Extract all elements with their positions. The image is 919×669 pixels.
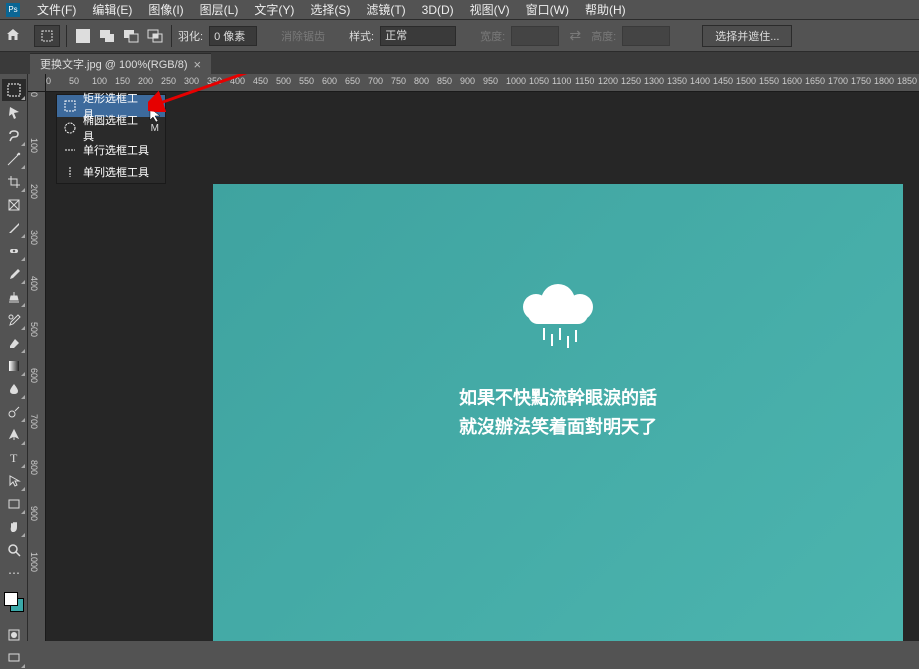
menu-type[interactable]: 文字(Y) <box>247 0 301 20</box>
foreground-color-swatch[interactable] <box>4 592 18 606</box>
height-label: 高度: <box>591 28 616 44</box>
options-bar: 羽化: 消除锯齿 样式: 正常 宽度: ⇄ 高度: 选择并遮住... <box>0 20 919 52</box>
tool-preset-picker[interactable] <box>34 25 60 47</box>
row-marquee-icon <box>63 143 77 157</box>
magic-wand-tool[interactable] <box>2 148 26 170</box>
document-tab[interactable]: 更换文字.jpg @ 100%(RGB/8) × <box>30 53 211 74</box>
type-tool[interactable]: T <box>2 447 26 469</box>
menu-help[interactable]: 帮助(H) <box>578 0 633 20</box>
move-tool[interactable] <box>2 102 26 124</box>
history-brush-tool[interactable] <box>2 309 26 331</box>
flyout-col-marquee[interactable]: 单列选框工具 <box>57 161 165 183</box>
style-select[interactable]: 正常 <box>380 26 456 46</box>
ruler-corner <box>28 74 46 92</box>
ellipse-marquee-icon <box>63 121 77 135</box>
selection-intersect-icon[interactable] <box>145 26 165 46</box>
height-input <box>622 26 670 46</box>
tab-close-icon[interactable]: × <box>194 57 202 72</box>
selection-subtract-icon[interactable] <box>121 26 141 46</box>
antialias-label: 消除锯齿 <box>281 28 325 44</box>
eraser-tool[interactable] <box>2 332 26 354</box>
selection-new-icon[interactable] <box>73 26 93 46</box>
ps-logo-icon: Ps <box>6 3 20 17</box>
ruler-vertical[interactable]: 01002003004005006007008009001000 <box>28 92 46 641</box>
swap-wh-icon: ⇄ <box>565 26 585 46</box>
feather-input[interactable] <box>209 26 257 46</box>
menu-window[interactable]: 窗口(W) <box>519 0 576 20</box>
menu-layer[interactable]: 图层(L) <box>193 0 246 20</box>
zoom-tool[interactable] <box>2 539 26 561</box>
tab-label: 更换文字.jpg @ 100%(RGB/8) <box>40 56 188 72</box>
clone-stamp-tool[interactable] <box>2 286 26 308</box>
menu-edit[interactable]: 编辑(E) <box>85 0 139 20</box>
color-swatches[interactable] <box>4 592 23 616</box>
rectangle-tool[interactable] <box>2 493 26 515</box>
svg-text:T: T <box>10 451 18 465</box>
brush-tool[interactable] <box>2 263 26 285</box>
rect-marquee-icon <box>63 99 77 113</box>
screen-mode-tool[interactable] <box>2 647 26 669</box>
document-tabbar: 更换文字.jpg @ 100%(RGB/8) × <box>0 52 919 74</box>
flyout-ellipse-marquee[interactable]: 椭圆选框工具 M <box>57 117 165 139</box>
lasso-tool[interactable] <box>2 125 26 147</box>
frame-tool[interactable] <box>2 194 26 216</box>
home-icon[interactable] <box>6 28 22 44</box>
marquee-flyout-menu: 矩形选框工具 M 椭圆选框工具 M 单行选框工具 单列选框工具 <box>56 94 166 184</box>
ruler-horizontal[interactable]: 0501001502002503003504004505005506006507… <box>46 74 919 92</box>
eyedropper-tool[interactable] <box>2 217 26 239</box>
feather-label: 羽化: <box>178 28 203 44</box>
toolbox: T ⋯ <box>0 74 28 641</box>
style-label: 样式: <box>349 28 374 44</box>
selection-add-icon[interactable] <box>97 26 117 46</box>
canvas-text: 如果不快點流幹眼淚的話 就沒辦法笑着面對明天了 <box>213 384 903 442</box>
menu-select[interactable]: 选择(S) <box>303 0 357 20</box>
menu-image[interactable]: 图像(I) <box>141 0 190 20</box>
menu-3d[interactable]: 3D(D) <box>415 1 461 19</box>
menubar: Ps 文件(F) 编辑(E) 图像(I) 图层(L) 文字(Y) 选择(S) 滤… <box>0 0 919 20</box>
pen-tool[interactable] <box>2 424 26 446</box>
menu-file[interactable]: 文件(F) <box>30 0 83 20</box>
width-input <box>511 26 559 46</box>
select-and-mask-button[interactable]: 选择并遮住... <box>702 25 792 47</box>
menu-view[interactable]: 视图(V) <box>463 0 517 20</box>
hand-tool[interactable] <box>2 516 26 538</box>
healing-brush-tool[interactable] <box>2 240 26 262</box>
menu-filter[interactable]: 滤镜(T) <box>359 0 412 20</box>
selection-mode-group <box>73 26 165 46</box>
document-canvas[interactable]: 如果不快點流幹眼淚的話 就沒辦法笑着面對明天了 <box>213 184 903 641</box>
canvas-area: 0501001502002503003504004505005506006507… <box>28 74 919 641</box>
flyout-row-marquee[interactable]: 单行选框工具 <box>57 139 165 161</box>
col-marquee-icon <box>63 165 77 179</box>
crop-tool[interactable] <box>2 171 26 193</box>
marquee-tool[interactable] <box>2 79 26 101</box>
path-selection-tool[interactable] <box>2 470 26 492</box>
blur-tool[interactable] <box>2 378 26 400</box>
dodge-tool[interactable] <box>2 401 26 423</box>
edit-toolbar-icon[interactable]: ⋯ <box>2 562 26 584</box>
cloud-graphic <box>523 284 593 328</box>
width-label: 宽度: <box>480 28 505 44</box>
gradient-tool[interactable] <box>2 355 26 377</box>
quickmask-tool[interactable] <box>2 624 26 646</box>
